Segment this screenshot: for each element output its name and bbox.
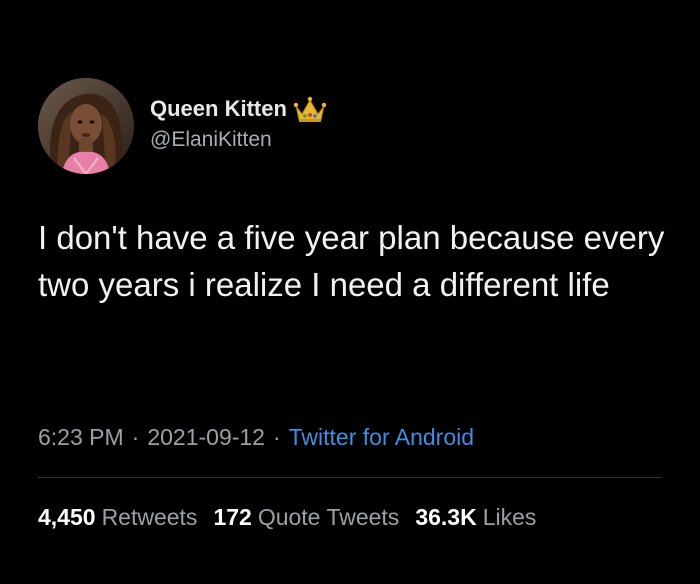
author-name-row: Queen Kitten (150, 94, 327, 124)
avatar[interactable] (38, 78, 134, 174)
divider (38, 477, 662, 478)
likes-stat[interactable]: 36.3K Likes (415, 504, 536, 531)
likes-count: 36.3K (415, 503, 477, 530)
tweet-time[interactable]: 6:23 PM (38, 424, 124, 451)
likes-label: Likes (482, 503, 537, 530)
quote-tweets-count: 172 (213, 503, 252, 530)
tweet: Queen Kitten @ElaniKitten I don't have a… (0, 0, 700, 584)
retweets-count: 4,450 (38, 503, 96, 530)
tweet-stats: 4,450 Retweets 172 Quote Tweets 36.3K Likes (38, 500, 536, 534)
quote-tweets-stat[interactable]: 172 Quote Tweets (213, 504, 399, 531)
author-display-name[interactable]: Queen Kitten (150, 96, 287, 122)
meta-separator: · (131, 423, 140, 450)
tweet-source-link[interactable]: Twitter for Android (289, 424, 474, 451)
tweet-text: I don't have a five year plan because ev… (38, 219, 665, 303)
retweets-label: Retweets (101, 503, 198, 530)
crown-icon (293, 96, 327, 122)
quote-tweets-label: Quote Tweets (257, 503, 400, 530)
meta-separator: · (272, 423, 281, 450)
tweet-meta: 6:23 PM · 2021-09-12 · Twitter for Andro… (38, 420, 474, 454)
tweet-date[interactable]: 2021-09-12 (147, 424, 265, 451)
retweets-stat[interactable]: 4,450 Retweets (38, 504, 197, 531)
author-handle[interactable]: @ElaniKitten (150, 128, 272, 152)
avatar-image (38, 78, 134, 174)
